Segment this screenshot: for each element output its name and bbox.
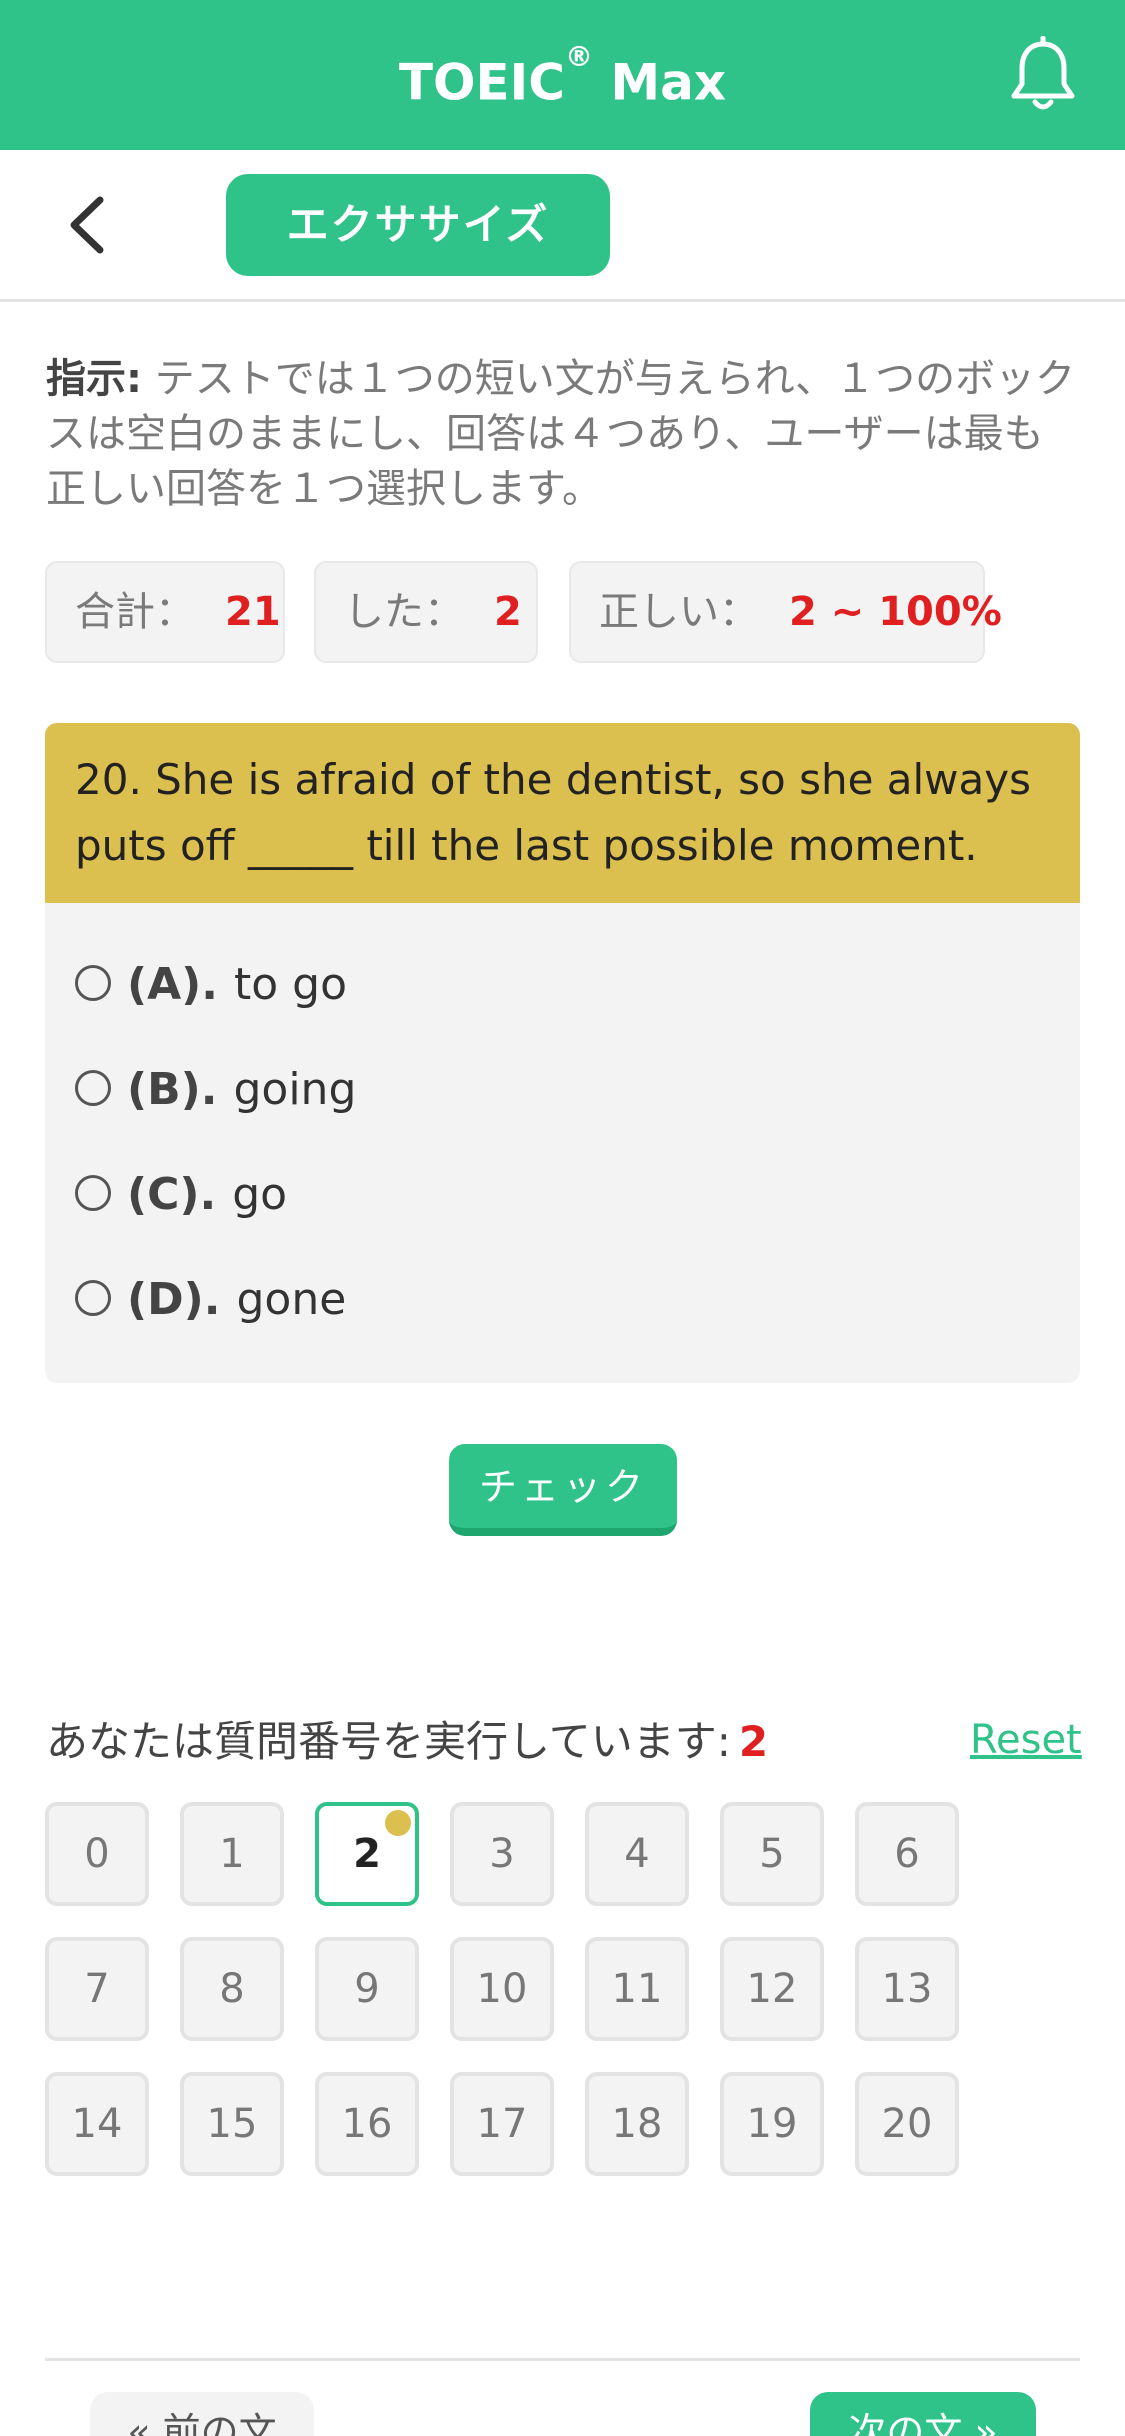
current-question-indicator: あなたは質問番号を実行しています: 2: [46, 1717, 769, 1766]
question-number-button[interactable]: 13: [855, 1937, 959, 2041]
question-number-button[interactable]: 17: [450, 2072, 554, 2176]
question-number-button[interactable]: 19: [720, 2072, 824, 2176]
question-number-button[interactable]: 7: [45, 1937, 149, 2041]
instruction-label: 指示:: [46, 356, 142, 402]
radio-button[interactable]: [75, 1070, 111, 1106]
previous-sentence-button[interactable]: « 前の文: [90, 2392, 314, 2436]
instruction-body: テストでは１つの短い文が与えられ、１つのボックスは空白のままにし、回答は４つあり…: [46, 356, 1076, 512]
radio-button[interactable]: [75, 1175, 111, 1211]
question-number-button[interactable]: 11: [585, 1937, 689, 2041]
question-number-button[interactable]: 6: [855, 1802, 959, 1906]
app-header: TOEIC® Max: [0, 0, 1125, 150]
question-number-button[interactable]: 18: [585, 2072, 689, 2176]
question-number-button[interactable]: 16: [315, 2072, 419, 2176]
correct-stat: 正しい： 2 ~ 100%: [569, 561, 1002, 663]
question-number-button[interactable]: 14: [45, 2072, 149, 2176]
question-text: 20. She is afraid of the dentist, so she…: [45, 723, 1080, 903]
option-c[interactable]: (C). go: [75, 1160, 287, 1230]
total-stat: 合計： 21: [45, 561, 285, 663]
option-d[interactable]: (D). gone: [75, 1265, 346, 1335]
done-stat: した： 2: [314, 561, 538, 663]
sub-navigation: エクササイズ: [0, 150, 1125, 302]
total-value: 21: [225, 589, 281, 635]
instruction-text: 指示: テストでは１つの短い文が与えられ、１つのボックスは空白のままにし、回答は…: [46, 352, 1076, 517]
radio-button[interactable]: [75, 965, 111, 1001]
question-number-button-current[interactable]: 2: [315, 1802, 419, 1906]
question-number-button[interactable]: 3: [450, 1802, 554, 1906]
registered-mark: ®: [564, 40, 593, 73]
current-marker-dot: [385, 1810, 411, 1836]
question-number-button[interactable]: 12: [720, 1937, 824, 2041]
question-number-button[interactable]: 8: [180, 1937, 284, 2041]
question-number-button[interactable]: 0: [45, 1802, 149, 1906]
question-number-button[interactable]: 5: [720, 1802, 824, 1906]
question-number-button[interactable]: 15: [180, 2072, 284, 2176]
bell-icon[interactable]: [1008, 36, 1078, 116]
app-title: TOEIC® Max: [398, 40, 727, 112]
current-question-number: 2: [738, 1717, 769, 1766]
question-number-button[interactable]: 10: [450, 1937, 554, 2041]
option-a[interactable]: (A). to go: [75, 950, 347, 1020]
done-value: 2: [494, 589, 522, 635]
question-number-button[interactable]: 1: [180, 1802, 284, 1906]
reset-link[interactable]: Reset: [970, 1710, 1082, 1770]
chevron-left-icon[interactable]: [60, 190, 120, 260]
question-number-button[interactable]: 20: [855, 2072, 959, 2176]
question-card: 20. She is afraid of the dentist, so she…: [45, 723, 1080, 1383]
divider: [45, 2358, 1080, 2361]
correct-value: 2 ~ 100%: [789, 589, 1002, 635]
question-number-button[interactable]: 9: [315, 1937, 419, 2041]
next-sentence-button[interactable]: 次の文 »: [810, 2392, 1036, 2436]
option-b[interactable]: (B). going: [75, 1055, 356, 1125]
exercise-tab[interactable]: エクササイズ: [226, 174, 610, 276]
radio-button[interactable]: [75, 1280, 111, 1316]
check-button[interactable]: チェック: [449, 1444, 677, 1536]
question-number-button[interactable]: 4: [585, 1802, 689, 1906]
